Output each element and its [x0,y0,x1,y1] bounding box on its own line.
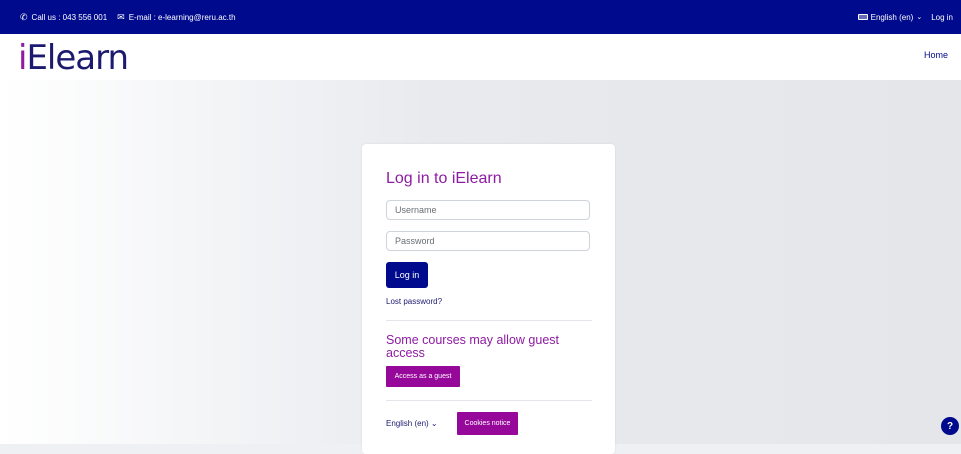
navbar: iElearn Home [0,34,961,80]
top-bar-actions: English (en) ⌄ Log in [857,12,953,22]
site-logo[interactable]: iElearn [18,38,129,78]
chevron-down-icon: ⌄ [916,14,923,21]
login-card: Log in to iElearn Log in Lost password? … [362,144,615,454]
language-flag-icon [857,14,868,20]
email-text: E-mail : e-learning@reru.ac.th [128,12,236,22]
guest-access-button[interactable]: Access as a guest [386,366,460,387]
divider [386,320,592,321]
help-icon[interactable]: ? [941,417,959,435]
login-button[interactable]: Log in [386,262,428,288]
divider [386,400,592,401]
guest-heading: Some courses may allow guest access [386,333,559,360]
footer-language-selector[interactable]: English (en) ⌄ [386,419,438,428]
phone-text: Call us : 043 556 001 [31,12,108,22]
username-input[interactable] [386,200,590,220]
chevron-down-icon: ⌄ [430,419,438,428]
password-input[interactable] [386,231,590,251]
home-link[interactable]: Home [924,50,948,60]
lost-password-link[interactable]: Lost password? [386,297,442,306]
phone-icon: ✆ [20,11,28,22]
contact-info: ✆ Call us : 043 556 001 ✉ E-mail : e-lea… [20,12,236,23]
language-label: English (en) [870,12,914,22]
login-title: Log in to iElearn [386,170,502,187]
language-selector[interactable]: English (en) ⌄ [857,12,932,22]
mail-icon: ✉ [117,11,125,22]
login-link[interactable]: Log in [931,13,953,22]
cookies-notice-button[interactable]: Cookies notice [457,412,518,435]
top-bar: ✆ Call us : 043 556 001 ✉ E-mail : e-lea… [0,0,961,34]
